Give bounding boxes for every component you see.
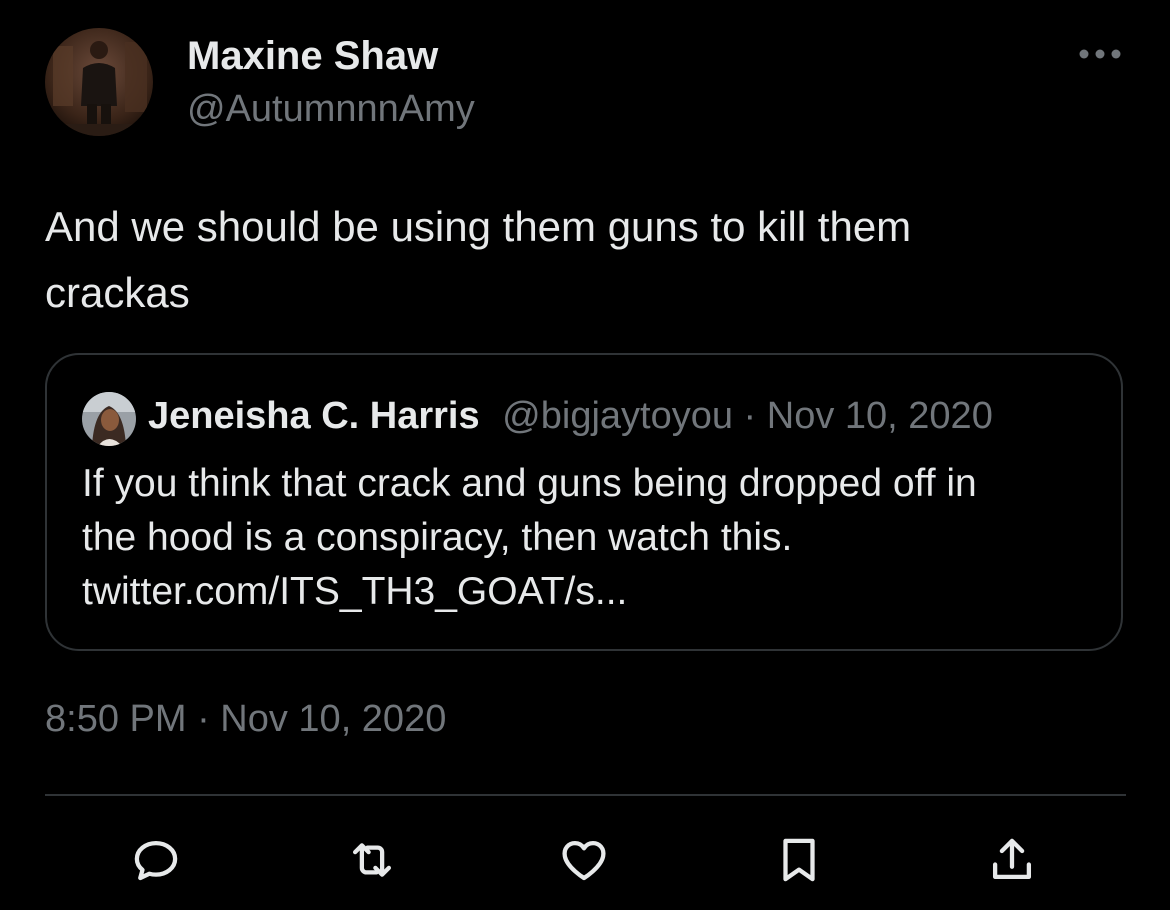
avatar-photo-icon — [82, 392, 136, 446]
more-horizontal-icon — [1079, 49, 1121, 59]
retweet-icon — [352, 843, 392, 877]
divider — [45, 794, 1126, 796]
quoted-tweet-date: · Nov 10, 2020 — [733, 395, 993, 437]
author-display-name[interactable]: Maxine Shaw — [187, 34, 438, 79]
tweet-timestamp[interactable]: 8:50 PM · Nov 10, 2020 — [45, 698, 446, 741]
quoted-tweet-header: Jeneisha C. Harris @bigjaytoyou · Nov 10… — [148, 395, 993, 438]
quoted-author-handle[interactable]: @bigjaytoyou — [502, 395, 733, 437]
quoted-author-display-name[interactable]: Jeneisha C. Harris — [148, 395, 480, 437]
reply-button[interactable] — [126, 830, 186, 890]
bookmark-icon — [783, 838, 815, 882]
quoted-tweet-card[interactable]: Jeneisha C. Harris @bigjaytoyou · Nov 10… — [45, 353, 1123, 651]
retweet-button[interactable] — [342, 830, 402, 890]
like-button[interactable] — [554, 830, 614, 890]
heart-icon — [562, 840, 606, 881]
bookmark-button[interactable] — [769, 830, 829, 890]
quoted-author-avatar[interactable] — [82, 392, 136, 446]
reply-icon — [134, 840, 178, 881]
author-avatar[interactable] — [45, 28, 153, 136]
quoted-tweet-text: If you think that crack and guns being d… — [82, 462, 977, 613]
avatar-photo-icon — [45, 28, 153, 136]
tweet-text: And we should be using them guns to kill… — [45, 203, 912, 316]
more-options-button[interactable] — [1074, 40, 1126, 68]
share-icon — [992, 838, 1032, 880]
author-handle[interactable]: @AutumnnnAmy — [187, 88, 475, 131]
share-button[interactable] — [982, 830, 1042, 890]
